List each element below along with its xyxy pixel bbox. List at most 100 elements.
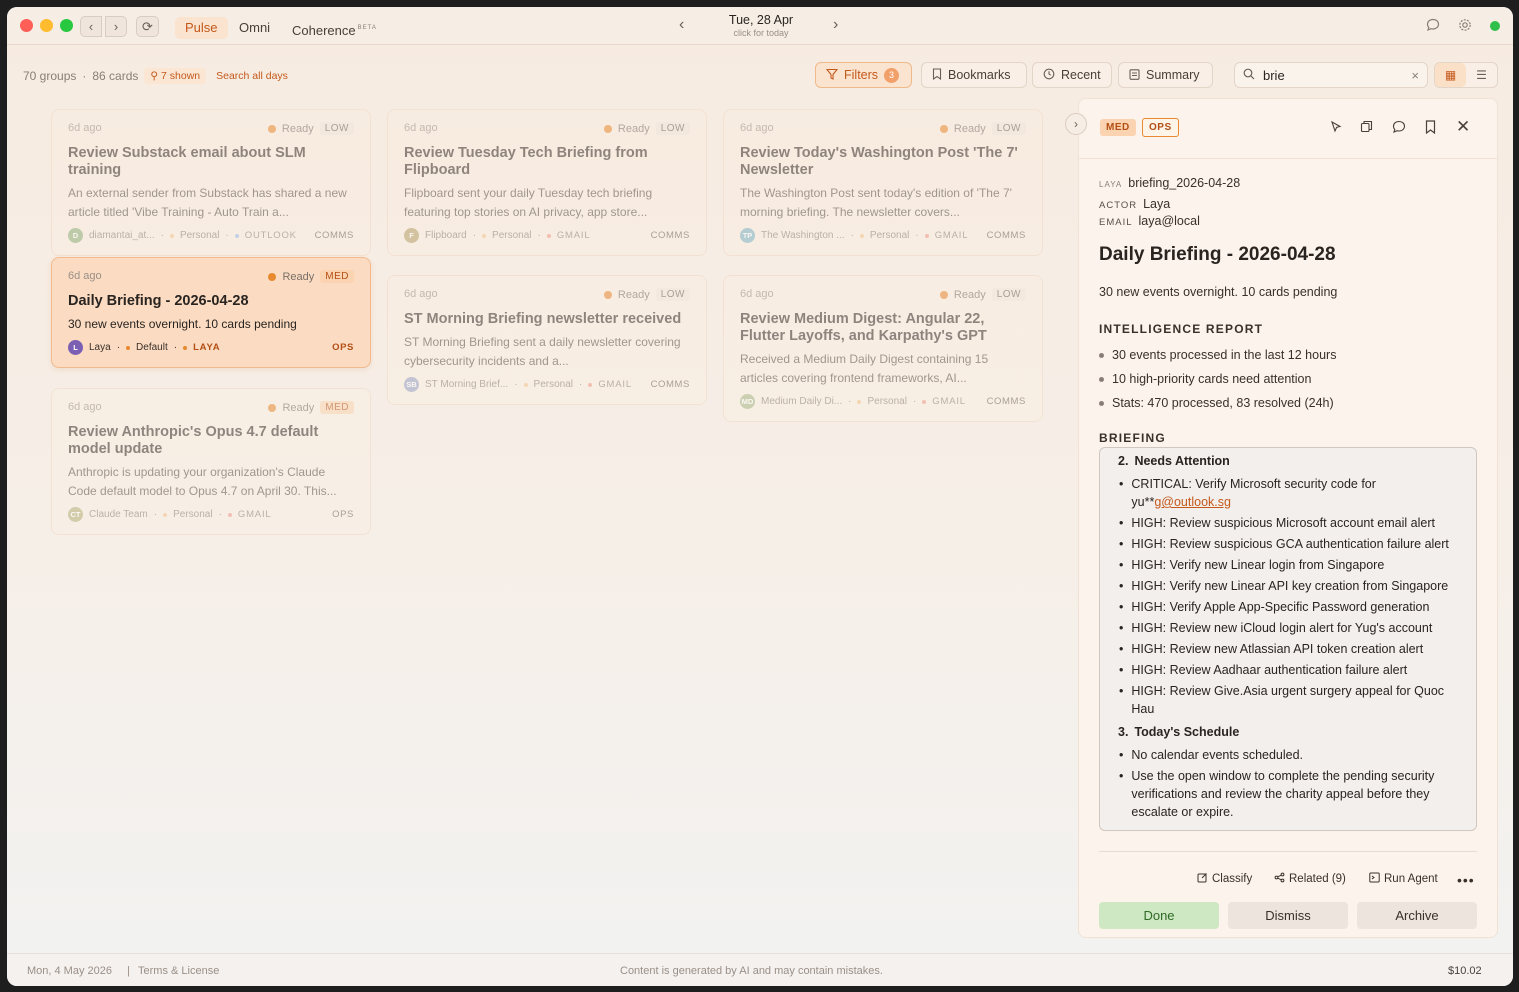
cursor-icon[interactable] [1330, 120, 1342, 136]
list-item: HIGH: Review suspicious GCA authenticati… [1118, 535, 1464, 553]
terms-link[interactable]: Terms & License [138, 965, 219, 977]
beta-badge: BETA [357, 25, 377, 31]
comment-icon[interactable] [1392, 120, 1406, 137]
card-context: Default [136, 342, 168, 353]
avatar: F [404, 228, 419, 243]
status-dot [603, 124, 612, 133]
avatar: TP [740, 228, 755, 243]
briefing-box[interactable]: 2. Needs Attention CRITICAL: Verify Micro… [1099, 447, 1477, 831]
context-dot [169, 233, 174, 238]
search-icon [1243, 68, 1255, 83]
status-label: Ready [282, 270, 315, 283]
intelligence-report-heading: INTELLIGENCE REPORT [1099, 322, 1264, 336]
context-dot [482, 233, 487, 238]
tab-label: Pulse [185, 20, 218, 35]
card-footer: F Flipboard · Personal · GMAIL COMMS [404, 228, 690, 243]
meta-key: EMAIL [1099, 217, 1133, 228]
context-dot [857, 399, 862, 404]
filters-button[interactable]: Filters 3 [815, 62, 912, 88]
chat-icon[interactable] [1425, 18, 1441, 34]
briefing-heading: BRIEFING [1099, 431, 1166, 445]
list-view-icon[interactable]: ☰ [1466, 63, 1497, 87]
search-field[interactable]: × [1234, 62, 1428, 88]
search-input[interactable] [1263, 67, 1393, 83]
close-window-button[interactable] [20, 19, 33, 32]
run-agent-button[interactable]: Run Agent [1369, 872, 1438, 886]
card-footer: Ddiamantai_at... · Personal · OUTLOOK COMMS [68, 228, 354, 243]
card-footer: TP The Washington ... · Personal · GMAIL COMMS [740, 228, 1026, 243]
recent-button[interactable]: Recent [1032, 62, 1112, 88]
classify-button[interactable]: Classify [1197, 872, 1252, 886]
priority-badge: LOW [991, 288, 1026, 301]
summary-button[interactable]: Summary [1118, 62, 1213, 88]
close-icon[interactable]: ✕ [1456, 117, 1470, 137]
card-body: 30 new events overnight. 10 cards pendin… [68, 317, 297, 331]
priority-badge: LOW [991, 122, 1026, 135]
refresh-button[interactable]: ⟳ [136, 16, 159, 37]
card[interactable]: 6d ago Ready LOW Review Substack email abou… [51, 109, 371, 256]
priority-badge: LOW [655, 288, 690, 301]
archive-button[interactable]: Archive [1357, 902, 1477, 929]
shown-badge[interactable]: ⚲ 7 shown [144, 68, 207, 84]
list-item-text: Use the open window to complete the pend… [1131, 769, 1435, 819]
minimize-window-button[interactable] [40, 19, 53, 32]
card-source: GMAIL [934, 230, 969, 241]
next-day-button[interactable]: › [833, 16, 838, 34]
card[interactable]: 6d ago Ready LOW Review Today's Washington … [723, 109, 1043, 256]
source-dot [183, 345, 188, 350]
card[interactable]: 6d ago Ready LOW Review Tuesday Tech Briefi… [387, 109, 707, 256]
bookmarks-button[interactable]: Bookmarks [921, 62, 1027, 88]
tab-pulse[interactable]: Pulse [175, 17, 228, 39]
card-body: Received a Medium Daily Digest containin… [740, 352, 989, 385]
priority-badge: LOW [655, 122, 690, 135]
dismiss-button[interactable]: Dismiss [1228, 902, 1348, 929]
more-options-icon[interactable]: ••• [1457, 872, 1475, 888]
filters-count-badge: 3 [884, 67, 900, 83]
refresh-icon: ⟳ [142, 18, 153, 34]
done-button[interactable]: Done [1099, 902, 1219, 929]
card-category: OPS [332, 509, 354, 520]
context-dot [126, 345, 131, 350]
tab-coherence[interactable]: Coherence BETA [282, 17, 387, 39]
zoom-window-button[interactable] [60, 19, 73, 32]
tab-omni[interactable]: Omni [229, 17, 280, 39]
email-link[interactable]: g@outlook.sg [1154, 495, 1231, 509]
card-footer: SB ST Morning Brief... · Personal · GMAIL COMM… [404, 377, 690, 392]
status-dot [939, 124, 948, 133]
card-header: 6d ago Ready MED [68, 401, 354, 414]
gear-icon[interactable] [1457, 18, 1473, 34]
card-author: ST Morning Brief... [425, 379, 509, 390]
collapse-panel-button[interactable]: › [1065, 113, 1087, 135]
card[interactable]: 6d ago Ready LOW ST Morning Briefing newsle… [387, 275, 707, 405]
status-indicator [1490, 21, 1500, 31]
grid-view-icon[interactable]: ▦ [1435, 63, 1466, 87]
priority-badge: MED [1100, 119, 1136, 136]
card[interactable]: 6d ago Ready LOW Review Medium Digest: Angu… [723, 275, 1043, 422]
section-heading: 2. Needs Attention [1118, 450, 1464, 472]
card[interactable]: 6d ago Ready MED Daily Briefing - 2026-04-2… [51, 257, 371, 368]
source-dot [227, 512, 232, 517]
forward-button[interactable]: › [105, 16, 127, 37]
chevron-left-icon: ‹ [88, 19, 94, 34]
cost-display: $10.02 [1448, 965, 1482, 977]
attention-list: HIGH: Review suspicious Microsoft accoun… [1118, 514, 1464, 718]
search-all-days-link[interactable]: Search all days [216, 70, 288, 82]
card-body: ST Morning Briefing sent a daily newslet… [404, 335, 681, 368]
intelligence-list: 30 events processed in the last 12 hours… [1099, 343, 1336, 415]
card-status: Ready LOW [939, 122, 1026, 135]
clear-search-icon[interactable]: × [1411, 68, 1419, 83]
terminal-icon [1369, 872, 1380, 886]
prev-day-button[interactable]: ‹ [679, 16, 684, 34]
date-picker[interactable]: Tue, 28 Apr click for today [707, 13, 815, 38]
list-item-text: No calendar events scheduled. [1131, 748, 1304, 762]
divider [1099, 851, 1477, 852]
card-title: Daily Briefing - 2026-04-28 [68, 293, 249, 309]
meta-key: ACTOR [1099, 200, 1138, 211]
copy-icon[interactable] [1360, 120, 1373, 136]
status-label: Ready [617, 122, 650, 135]
bookmark-icon[interactable] [1425, 120, 1436, 137]
card[interactable]: 6d ago Ready MED Review Anthropic's Opus 4.… [51, 388, 371, 535]
back-button[interactable]: ‹ [80, 16, 102, 37]
related-button[interactable]: Related (9) [1274, 872, 1346, 886]
card-age: 6d ago [740, 122, 774, 134]
